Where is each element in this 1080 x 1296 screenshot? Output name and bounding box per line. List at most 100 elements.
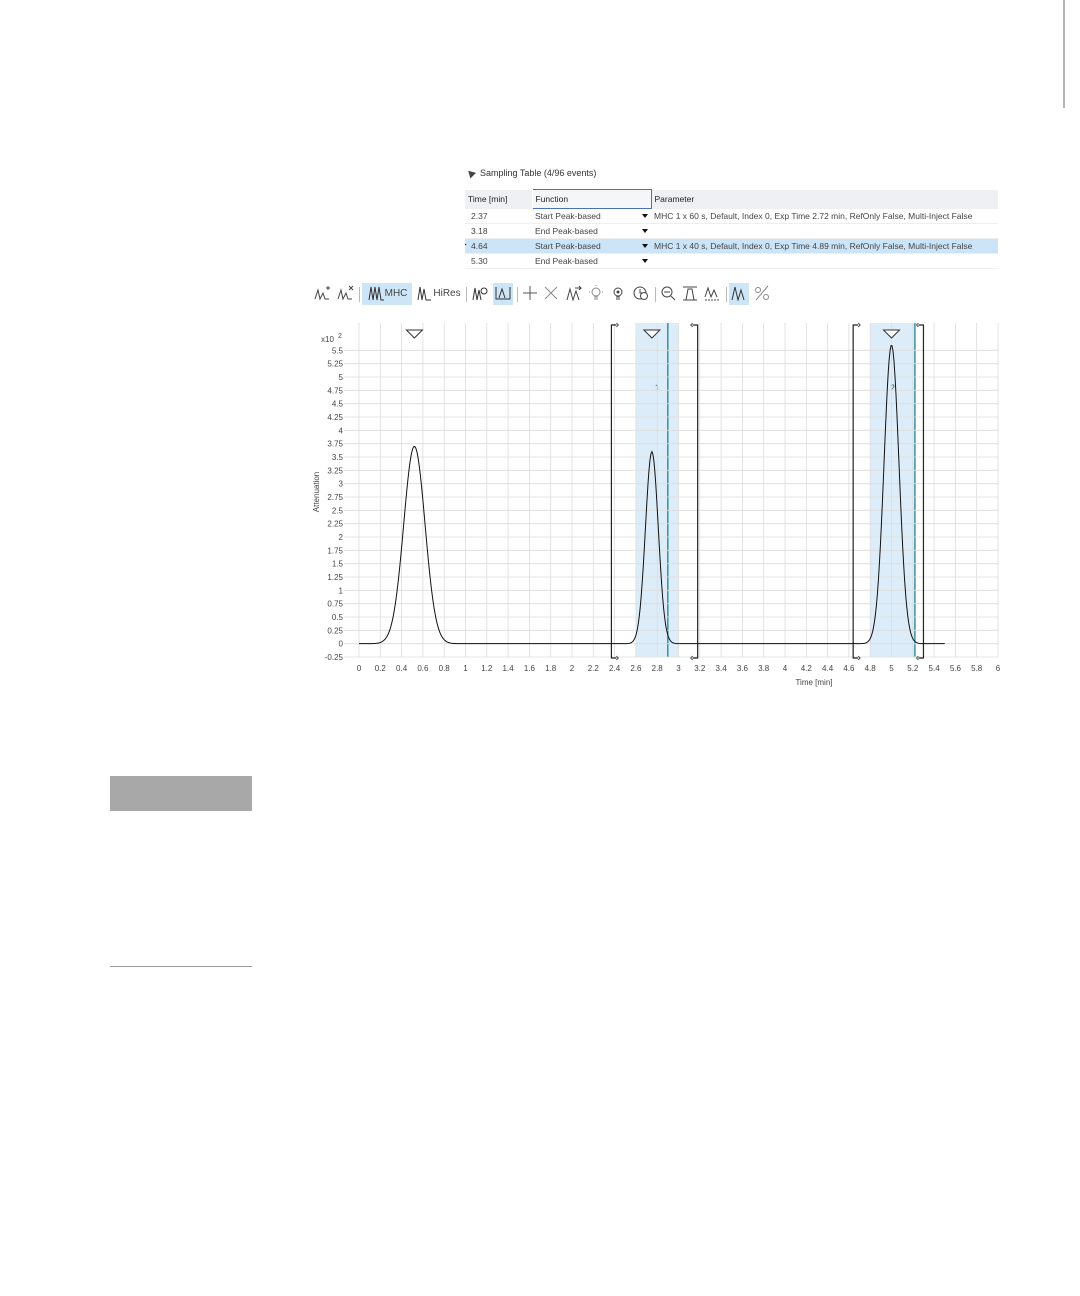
- y-tick-label: 3.5: [332, 453, 344, 462]
- delete-icon[interactable]: [542, 283, 560, 305]
- y-tick-label: 4.75: [327, 386, 343, 395]
- time-cell[interactable]: ▶4.64: [465, 238, 532, 254]
- peak-marker-triangle[interactable]: [405, 329, 424, 339]
- x-tick-label: 2.4: [609, 664, 621, 673]
- parameter-cell[interactable]: [651, 253, 998, 269]
- y-tick-label: 1.75: [327, 546, 343, 555]
- y-tick-label: 5.25: [327, 360, 343, 369]
- x-tick-label: 5.8: [971, 664, 983, 673]
- mhc-mode-button[interactable]: MHC: [362, 283, 412, 305]
- x-tick-label: 4.8: [865, 664, 877, 673]
- x-tick-label: 6: [996, 664, 1001, 673]
- sampling-bracket[interactable]: [692, 324, 699, 659]
- draw-peak-icon[interactable]: [729, 283, 749, 305]
- stopwatch-icon[interactable]: [631, 283, 651, 305]
- hires-mode-icon: [417, 287, 432, 301]
- y-tick-label: 0.75: [327, 600, 343, 609]
- x-tick-label: 5.4: [929, 664, 941, 673]
- function-dropdown[interactable]: Start Peak-based: [532, 208, 651, 224]
- sampling-table-title[interactable]: Sampling Table (4/96 events): [465, 167, 596, 179]
- y-tick-label: -0.25: [325, 653, 344, 662]
- x-axis-label: Time [min]: [795, 678, 832, 687]
- crosshair-icon[interactable]: [521, 283, 539, 305]
- function-value: End Peak-based: [535, 256, 598, 266]
- x-tick-label: 4.4: [822, 664, 834, 673]
- peak-window-icon[interactable]: [493, 283, 513, 305]
- hires-mode-button[interactable]: HiRes: [415, 283, 463, 305]
- x-tick-label: 0.4: [396, 664, 408, 673]
- x-tick-label: 0.2: [375, 664, 387, 673]
- collapse-triangle-icon[interactable]: [465, 167, 477, 179]
- x-tick-label: 1.8: [545, 664, 557, 673]
- bracket-arrow-icon: [915, 322, 919, 328]
- y-tick-label: 4: [339, 426, 344, 435]
- x-tick-label: 4: [783, 664, 788, 673]
- y-tick-label: 2.75: [327, 493, 343, 502]
- sampling-bracket[interactable]: [918, 324, 925, 659]
- column-header-parameter[interactable]: Parameter: [651, 189, 999, 209]
- y-tick-label: 0.5: [332, 613, 344, 622]
- function-dropdown[interactable]: End Peak-based: [532, 223, 651, 239]
- y-axis-label: Attenuation: [312, 472, 321, 512]
- table-row[interactable]: 2.37 Start Peak-based MHC 1 x 60 s, Defaul…: [465, 208, 998, 224]
- x-tick-label: 3: [676, 664, 681, 673]
- x-tick-label: 4.6: [843, 664, 855, 673]
- y-tick-label: 0: [339, 640, 344, 649]
- x-tick-label: 5.2: [907, 664, 919, 673]
- sampling-bracket[interactable]: [852, 324, 859, 659]
- light-icon[interactable]: [587, 283, 605, 305]
- y-tick-label: 2.25: [327, 520, 343, 529]
- sampling-region[interactable]: [870, 323, 915, 657]
- sampling-table: Time [min] Function Parameter 2.37 Start …: [465, 189, 999, 269]
- parameter-cell[interactable]: MHC 1 x 40 s, Default, Index 0, Exp Time…: [651, 238, 998, 254]
- function-dropdown[interactable]: Start Peak-based: [532, 238, 651, 254]
- parameter-cell[interactable]: [651, 223, 998, 239]
- x-tick-label: 2.2: [588, 664, 600, 673]
- dropdown-arrow-icon[interactable]: [642, 214, 648, 218]
- x-tick-label: 2.6: [630, 664, 642, 673]
- baseline-icon[interactable]: [681, 283, 699, 305]
- zoom-icon[interactable]: [659, 283, 677, 305]
- time-cell[interactable]: 5.30: [465, 253, 532, 269]
- y-tick-label: 0.25: [327, 626, 343, 635]
- time-cell[interactable]: 2.37: [465, 208, 532, 224]
- dropdown-arrow-icon[interactable]: [642, 229, 648, 233]
- time-cell[interactable]: 3.18: [465, 223, 532, 239]
- table-row[interactable]: 3.18 End Peak-based: [465, 223, 998, 239]
- y-tick-label: 1.25: [327, 573, 343, 582]
- mhc-mode-icon: [368, 287, 384, 301]
- table-row[interactable]: 5.30 End Peak-based: [465, 253, 998, 269]
- remove-peak-icon[interactable]: [336, 283, 356, 305]
- x-tick-label: 0.8: [439, 664, 451, 673]
- column-header-function[interactable]: Function: [531, 189, 652, 209]
- mhc-label: MHC: [384, 288, 408, 299]
- parameter-cell[interactable]: MHC 1 x 60 s, Default, Index 0, Exp Time…: [651, 208, 998, 224]
- x-tick-label: 4.2: [801, 664, 813, 673]
- y-tick-label: 5: [339, 373, 344, 382]
- dropdown-arrow-icon[interactable]: [642, 244, 648, 248]
- peak-select-icon[interactable]: [470, 283, 490, 305]
- gray-label-block: [110, 776, 252, 811]
- x-tick-label: 2: [570, 664, 575, 673]
- y-tick-label: 2.5: [332, 506, 344, 515]
- y-tick-label: 4.5: [332, 400, 344, 409]
- target-light-icon[interactable]: [609, 283, 629, 305]
- sampling-bracket[interactable]: [610, 324, 617, 659]
- integration-icon[interactable]: [703, 283, 723, 305]
- column-header-time[interactable]: Time [min]: [465, 189, 533, 209]
- y-tick-label: 3: [339, 480, 344, 489]
- function-dropdown[interactable]: End Peak-based: [532, 253, 651, 269]
- dropdown-arrow-icon[interactable]: [642, 259, 648, 263]
- table-row[interactable]: ▶4.64Start Peak-based MHC 1 x 40 s, Defau…: [465, 238, 998, 254]
- add-peak-icon[interactable]: [313, 283, 333, 305]
- x-tick-label: 3.2: [694, 664, 706, 673]
- reset-icon[interactable]: [564, 283, 584, 305]
- region-label: 2: [890, 383, 895, 392]
- function-value: Start Peak-based: [535, 211, 601, 221]
- chromatogram-chart[interactable]: 12 -0.2500.250.50.7511.251.51.7522.252.5…: [300, 320, 1020, 700]
- percent-icon[interactable]: [752, 283, 772, 305]
- x-tick-label: 5: [889, 664, 894, 673]
- x-tick-label: 2.8: [652, 664, 664, 673]
- y-tick-label: 5.5: [332, 346, 344, 355]
- bracket-arrow-icon: [915, 655, 919, 661]
